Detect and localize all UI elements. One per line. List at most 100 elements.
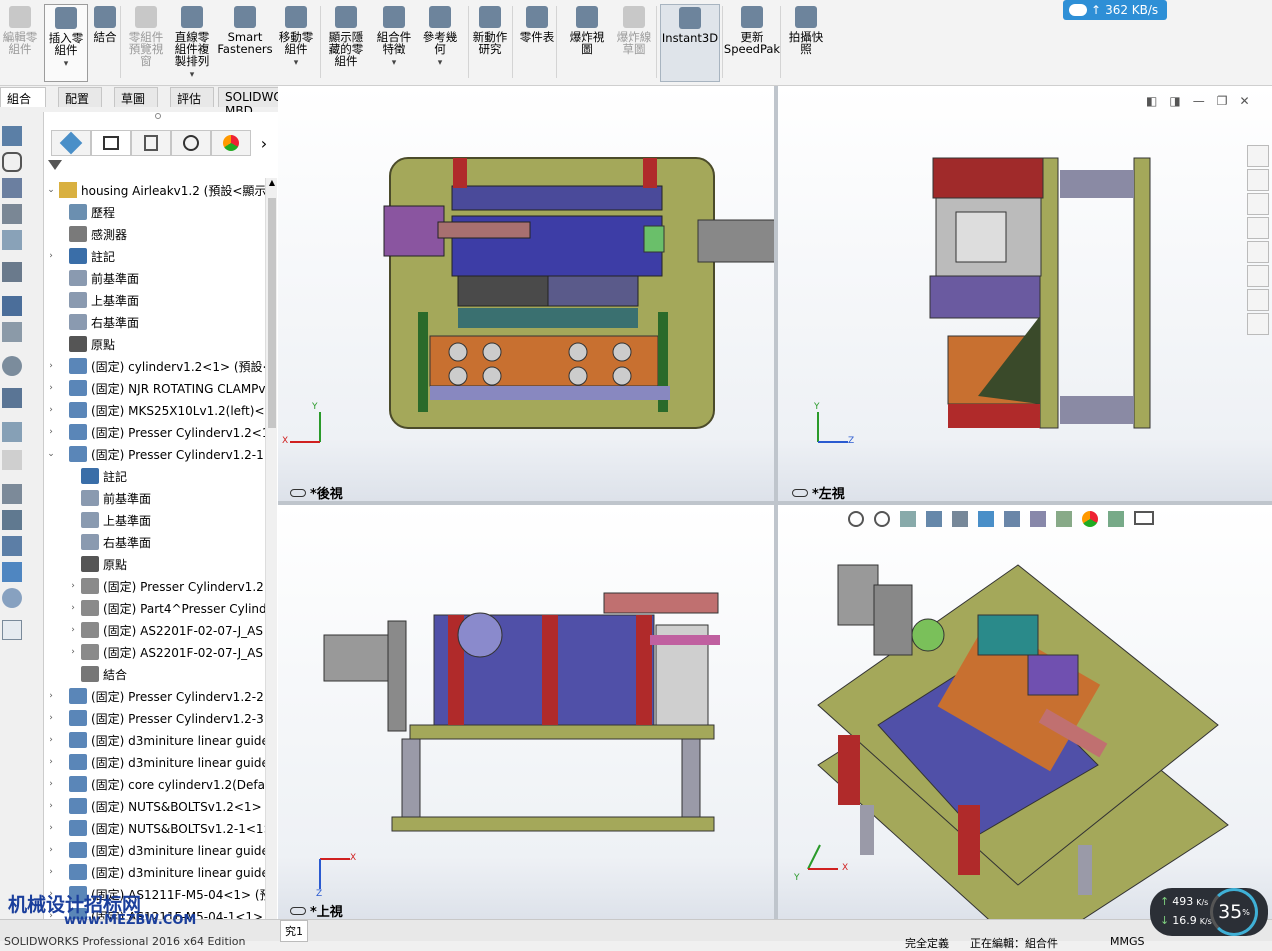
expand-icon[interactable]: › [45,361,57,371]
pattern-icon[interactable] [2,178,22,198]
tree-item[interactable]: › (固定) cylinderv1.2<1> (預設<顯 [45,355,265,377]
tree-item[interactable]: › (固定) d3miniture linear guide.3 [45,751,265,773]
tree-scrollbar[interactable]: ▲ [265,178,277,928]
tree-root[interactable]: ⌄ housing Airleakv1.2 (預設<顯示狀態 [45,179,265,201]
dropdown-arrow-icon[interactable]: ▾ [392,57,397,69]
instant3d-button[interactable]: Instant3D [660,4,720,82]
tree-item[interactable]: › (固定) AS2201F-02-07-J_AS [67,619,263,641]
dimxpert-tab-icon[interactable] [171,130,211,156]
tree-item[interactable]: 原點 [45,333,115,355]
interference-icon[interactable] [2,484,22,504]
collapse-icon[interactable]: ⌄ [45,449,57,459]
previous-view-icon[interactable] [900,511,916,527]
view-label-back[interactable]: *後視 [290,483,343,502]
assembly-feature-button[interactable]: 組合件 特徵 ▾ [374,4,414,82]
viewport-isometric[interactable]: Y X [778,505,1272,951]
expand-icon[interactable]: › [67,581,79,591]
show-hidden-button[interactable]: 顯示隱 藏的零 組件 [322,4,370,82]
tree-item[interactable]: 上基準面 [67,509,151,531]
tree-item[interactable]: › (固定) NUTS&BOLTSv1.2<1> (預 [45,795,265,817]
motion-study-button[interactable]: 新動作 研究 [466,4,514,82]
status-units[interactable]: MMGS [1110,935,1145,948]
expand-icon[interactable]: › [45,427,57,437]
tree-item[interactable]: 註記 [67,465,127,487]
tab-evaluate[interactable]: 評估 [170,87,214,107]
panel-grip-icon[interactable] [155,113,161,119]
dropdown-arrow-icon[interactable]: ▾ [438,57,443,69]
tree-item[interactable]: ⌄ (固定) Presser Cylinderv1.2-1<1 [45,443,265,465]
tree-item[interactable]: › (固定) d3miniture linear guide.3 [45,861,265,883]
horizontal-splitter[interactable] [278,501,1272,505]
expand-icon[interactable]: › [45,735,57,745]
hole-alignment-icon[interactable] [2,536,22,556]
clearance-icon[interactable] [2,510,22,530]
collapse-icon[interactable]: ⌄ [45,185,57,195]
expand-icon[interactable]: › [45,757,57,767]
smart-fasteners-button[interactable]: Smart Fasteners [217,4,273,82]
tree-item[interactable]: › (固定) Presser Cylinderv1.2< [67,575,265,597]
motion-study-tab[interactable]: 究1 [280,920,308,942]
appearances-icon[interactable] [1247,265,1269,287]
mate-icon[interactable] [2,152,22,172]
custom-properties-icon[interactable] [1247,289,1269,311]
instant3d-icon[interactable] [2,620,22,640]
prev-view-icon[interactable]: ◧ [1146,94,1157,108]
view-orientation-icon[interactable] [978,511,994,527]
tree-item[interactable]: › (固定) d3miniture linear guide.3 [45,839,265,861]
view-palette-icon[interactable] [1247,241,1269,263]
tree-item[interactable]: › (固定) Presser Cylinderv1.2-2<1 [45,685,265,707]
exploded-view-icon[interactable] [2,422,22,442]
tree-item[interactable]: 上基準面 [45,289,139,311]
reference-geometry-button[interactable]: 參考幾 何 ▾ [418,4,462,82]
tree-item[interactable]: 前基準面 [45,267,139,289]
tree-item[interactable]: 前基準面 [67,487,151,509]
graphics-area[interactable]: Y X *後視 Y Z *左視 ◧ ◨ — ❐ ✕ X Z *上視 Y X [278,86,1272,951]
next-view-icon[interactable]: ◨ [1169,94,1180,108]
expand-icon[interactable]: › [45,801,57,811]
apply-scene-icon[interactable] [1082,511,1098,527]
minimize-icon[interactable]: — [1193,94,1205,108]
exploded-view-button[interactable]: 爆炸視 圖 [566,4,608,82]
dropdown-arrow-icon[interactable]: ▾ [294,57,299,69]
forum-icon[interactable] [1247,313,1269,335]
tree-item[interactable]: › (固定) NJR ROTATING CLAMPv [45,377,265,399]
tree-item[interactable]: › (固定) Presser Cylinderv1.2-3<1 [45,707,265,729]
tree-item[interactable]: 原點 [67,553,127,575]
expand-icon[interactable]: › [45,845,57,855]
link-views-icon[interactable] [290,906,306,915]
filter-icon[interactable] [48,160,70,178]
expand-icon[interactable]: › [45,405,57,415]
display-style-icon[interactable] [1004,511,1020,527]
reference-geometry-icon[interactable] [2,322,22,342]
tree-item[interactable]: 右基準面 [67,531,151,553]
smart-fasteners-icon[interactable] [2,204,22,224]
tab-sketch[interactable]: 草圖 [114,87,158,107]
tree-item[interactable]: 歷程 [45,201,115,223]
property-manager-tab-icon[interactable] [91,130,131,156]
expand-icon[interactable]: › [67,625,79,635]
configuration-manager-tab-icon[interactable] [131,130,171,156]
tree-item[interactable]: › (固定) MKS25X10Lv1.2(left)<1> [45,399,265,421]
scroll-thumb[interactable] [268,198,276,428]
zoom-to-area-icon[interactable] [874,511,890,527]
bom-button[interactable]: 零件表 [516,4,558,82]
link-views-icon[interactable] [290,488,306,497]
assembly-feature-icon[interactable] [2,296,22,316]
display-manager-tab-icon[interactable] [211,130,251,156]
expand-icon[interactable]: › [67,647,79,657]
viewport-top[interactable]: X Z *上視 [278,505,774,920]
close-icon[interactable]: ✕ [1239,94,1249,108]
feature-tree-tab-icon[interactable] [51,130,91,156]
restore-icon[interactable]: ❐ [1217,94,1228,108]
expand-icon[interactable]: › [45,691,57,701]
zoom-to-fit-icon[interactable] [848,511,864,527]
move-component-icon[interactable] [2,230,22,250]
dropdown-arrow-icon[interactable]: ▾ [190,69,195,81]
tree-item[interactable]: › (固定) core cylinderv1.2(Default [45,773,265,795]
motion-study-icon[interactable] [2,356,22,376]
view-label-left[interactable]: *左視 [792,483,845,502]
show-hidden-icon[interactable] [2,262,22,282]
hide-show-items-icon[interactable] [1030,511,1046,527]
expand-icon[interactable]: › [45,867,57,877]
tree-item[interactable]: › 註記 [45,245,115,267]
